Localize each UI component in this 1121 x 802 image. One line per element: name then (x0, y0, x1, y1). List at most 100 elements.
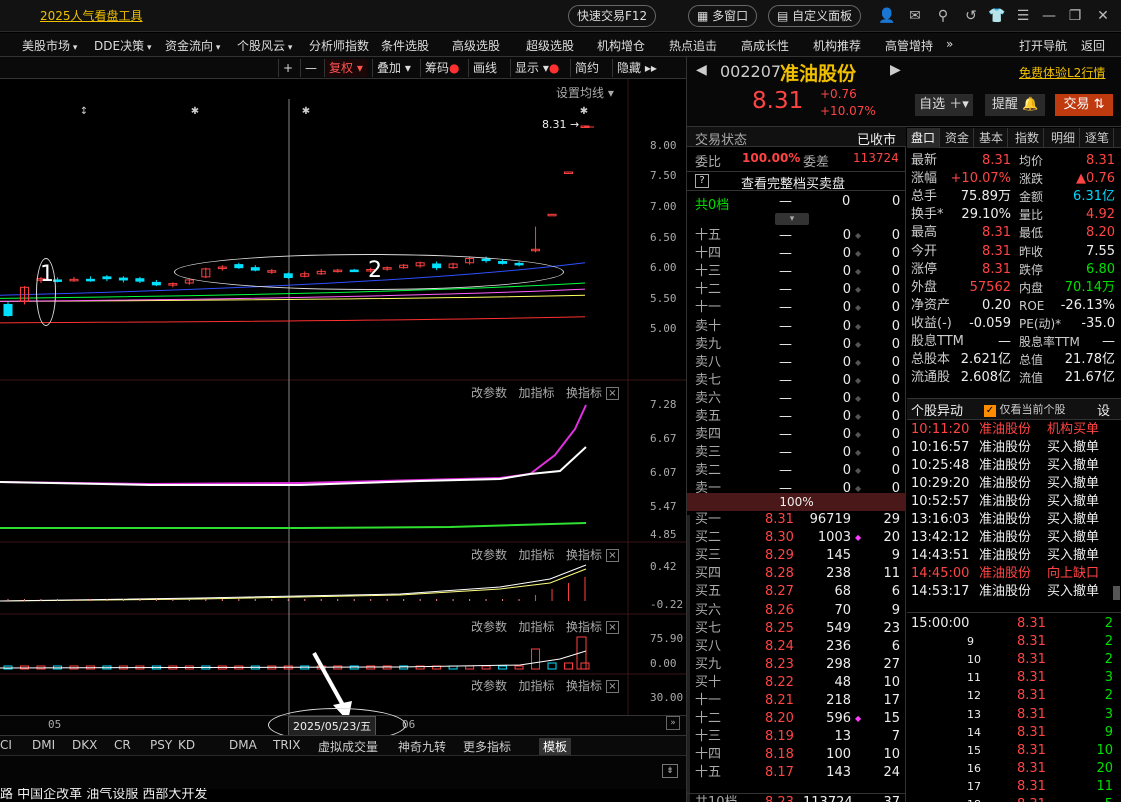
indicator-tab[interactable]: 神奇九转 (398, 738, 446, 755)
menu-item-11[interactable]: 机构推荐 (813, 37, 861, 54)
buy-row[interactable]: 买十 8.22 48 10 (687, 674, 906, 692)
anomaly-row[interactable]: 10:25:48 准油股份 买入撤单 (907, 457, 1112, 475)
buy-row[interactable]: 十四 8.18 100 10 (687, 746, 906, 764)
info-tab[interactable]: 逐笔 (1081, 128, 1115, 148)
hide-button[interactable]: 隐藏 ▸▸ (612, 59, 661, 77)
menu-item-0[interactable]: 美股市场 ▾ (22, 37, 77, 54)
anomaly-scrollbar[interactable] (1113, 586, 1120, 600)
info-tab[interactable]: 基本 (975, 128, 1009, 148)
anomaly-row[interactable]: 14:45:00 准油股份 向上缺口 (907, 565, 1112, 583)
sell-row[interactable]: 卖五 — 0 ◆ 0 (687, 408, 906, 426)
close-panel-icon[interactable]: × (605, 680, 619, 693)
buy-row[interactable]: 买三 8.29 145 9 (687, 547, 906, 565)
menu-item-3[interactable]: 个股风云 ▾ (237, 37, 292, 54)
anomaly-row[interactable]: 13:42:12 准油股份 买入撤单 (907, 529, 1112, 547)
prev-stock-icon[interactable]: ◀ (696, 62, 707, 78)
sell-row[interactable]: 卖九 — 0 ◆ 0 (687, 336, 906, 354)
buy-row[interactable]: 买一 8.31 96719 29 (687, 511, 906, 529)
anomaly-row[interactable]: 14:43:51 准油股份 买入撤单 (907, 547, 1112, 565)
menu-item-4[interactable]: 分析师指数 (309, 37, 369, 54)
sell-row[interactable]: 卖七 — 0 ◆ 0 (687, 372, 906, 390)
buy-row[interactable]: 买七 8.25 549 23 (687, 620, 906, 638)
fuquan-button[interactable]: 复权 ▾ (324, 59, 367, 77)
buy-row[interactable]: 十三 8.19 13 7 (687, 728, 906, 746)
params-button[interactable]: 改参数 (471, 548, 507, 562)
full-book-link[interactable]: 查看完整档买卖盘 (741, 173, 845, 192)
close-panel-icon[interactable]: × (605, 549, 619, 562)
indicator-tab[interactable]: CR (114, 738, 131, 752)
menu-icon[interactable]: ☰ (1014, 7, 1032, 25)
menu-item-5[interactable]: 条件选股 (381, 37, 429, 54)
lock-icon[interactable]: ⚲ (934, 7, 952, 25)
app-title[interactable]: 2025人气看盘工具 (40, 7, 143, 24)
anomaly-settings-button[interactable]: 设 (1097, 400, 1110, 419)
close-panel-icon[interactable]: × (605, 387, 619, 400)
sell-row[interactable]: 卖二 — 0 ◆ 0 (687, 462, 906, 480)
info-tab[interactable]: 明细 (1047, 128, 1081, 148)
buy-row[interactable]: 十一 8.21 218 17 (687, 692, 906, 710)
indicator-tab[interactable]: TRIX (273, 738, 300, 752)
indicator-tab[interactable]: CI (0, 738, 12, 752)
custom-panel-button[interactable]: ▤ 自定义面板 (768, 5, 862, 27)
menu-item-15[interactable]: 返回 (1081, 37, 1105, 54)
switch-indicator-button[interactable]: 换指标 (566, 679, 602, 693)
simple-button[interactable]: 简约 (570, 59, 603, 77)
buy-row[interactable]: 买二 8.30 1003 ◆ 20 (687, 529, 906, 547)
sell-row[interactable]: 卖十 — 0 ◆ 0 (687, 318, 906, 336)
buy-row[interactable]: 买五 8.27 68 6 (687, 583, 906, 601)
watchlist-button[interactable]: 自选 ＋▾ (915, 94, 973, 116)
news-ticker[interactable]: 路 中国企改革 油气设服 西部大开发 (0, 788, 686, 802)
add-indicator-button[interactable]: 加指标 (518, 679, 554, 693)
scroll-right-icon[interactable]: » (666, 716, 680, 730)
indicator-tab[interactable]: DMA (229, 738, 257, 752)
indicator-tab[interactable]: 模板 (539, 738, 572, 755)
indicator-tab[interactable]: DMI (32, 738, 55, 752)
indicator-tab[interactable]: KD (178, 738, 195, 752)
set-ma-button[interactable]: 设置均线 ▾ (556, 84, 614, 101)
collapse-icon[interactable]: ⇟ (662, 764, 678, 778)
close-icon[interactable]: ✕ (1094, 7, 1112, 25)
anomaly-row[interactable]: 10:11:20 准油股份 机构买单 (907, 421, 1112, 439)
add-indicator-button[interactable]: 加指标 (518, 548, 554, 562)
display-button[interactable]: 显示 ▾● (510, 59, 563, 77)
sell-row[interactable]: 十二 — 0 ◆ 0 (687, 281, 906, 299)
menu-item-13[interactable]: » (946, 37, 953, 51)
overlay-button[interactable]: 叠加 ▾ (372, 59, 415, 77)
minimize-icon[interactable]: — (1040, 7, 1058, 25)
params-button[interactable]: 改参数 (471, 679, 507, 693)
menu-item-7[interactable]: 超级选股 (526, 37, 574, 54)
buy-row[interactable]: 十二 8.20 596 ◆ 15 (687, 710, 906, 728)
sell-row[interactable]: 十五 — 0 ◆ 0 (687, 227, 906, 245)
buy-row[interactable]: 十五 8.17 143 24 (687, 764, 906, 782)
menu-item-8[interactable]: 机构增仓 (597, 37, 645, 54)
sell-row[interactable]: 卖八 — 0 ◆ 0 (687, 354, 906, 372)
info-tab[interactable]: 盘口 (907, 128, 941, 148)
free-l2-link[interactable]: 免费体验L2行情 (1019, 64, 1105, 81)
restore-icon[interactable]: ❐ (1066, 7, 1084, 25)
switch-indicator-button[interactable]: 换指标 (566, 548, 602, 562)
indicator-tab[interactable]: 虚拟成交量 (318, 738, 378, 755)
sell-row[interactable]: 十三 — 0 ◆ 0 (687, 263, 906, 281)
menu-item-14[interactable]: 打开导航 (1019, 37, 1067, 54)
switch-indicator-button[interactable]: 换指标 (566, 620, 602, 634)
close-panel-icon[interactable]: × (605, 621, 619, 634)
indicator-tab[interactable]: 更多指标 (463, 738, 511, 755)
add-indicator-button[interactable]: 加指标 (518, 620, 554, 634)
mail-icon[interactable]: ✉ (906, 7, 924, 25)
anomaly-row[interactable]: 14:53:17 准油股份 买入撤单 (907, 583, 1112, 601)
sell-row[interactable]: 卖三 — 0 ◆ 0 (687, 444, 906, 462)
collapse-chevron-icon[interactable]: ▾ (775, 213, 809, 225)
sell-row[interactable]: 卖四 — 0 ◆ 0 (687, 426, 906, 444)
sell-row[interactable]: 十一 — 0 ◆ 0 (687, 299, 906, 317)
buy-row[interactable]: 买八 8.24 236 6 (687, 638, 906, 656)
anomaly-row[interactable]: 10:16:57 准油股份 买入撤单 (907, 439, 1112, 457)
multi-window-button[interactable]: ▦ 多窗口 (688, 5, 758, 27)
help-icon[interactable]: ? (695, 174, 709, 188)
anomaly-row[interactable]: 13:16:03 准油股份 买入撤单 (907, 511, 1112, 529)
indicator-tab[interactable]: PSY (150, 738, 172, 752)
anomaly-row[interactable]: 10:29:20 准油股份 买入撤单 (907, 475, 1112, 493)
sell-row[interactable]: 十四 — 0 ◆ 0 (687, 245, 906, 263)
anomaly-row[interactable]: 10:52:57 准油股份 买入撤单 (907, 493, 1112, 511)
buy-row[interactable]: 买四 8.28 238 11 (687, 565, 906, 583)
user-icon[interactable]: 👤 (878, 7, 896, 25)
